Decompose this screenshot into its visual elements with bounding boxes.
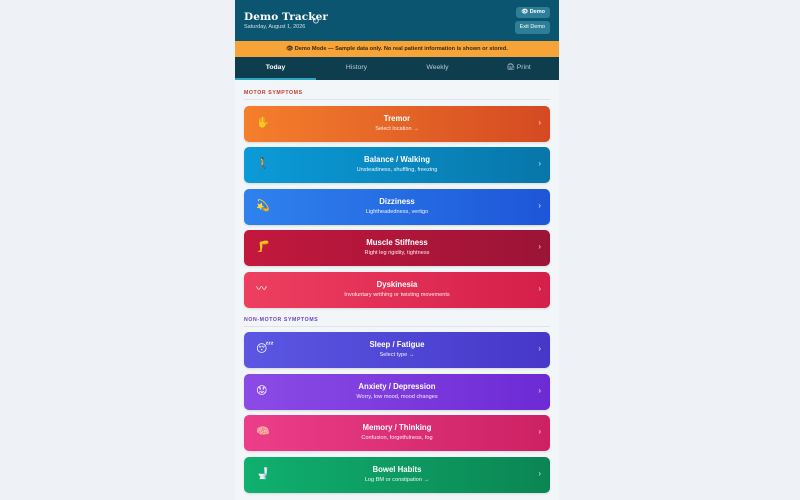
current-date: Saturday, August 1, 2026: [244, 24, 306, 30]
app-window: Demo Tracker ↻ Saturday, August 1, 2026 …: [235, 0, 559, 500]
symptom-card-dizziness[interactable]: 💫 Dizziness Lightheadedness, vertigo ›: [244, 188, 550, 225]
symptom-card-dyskinesia[interactable]: 〰 Dyskinesia Involuntary writhing or twi…: [244, 271, 550, 308]
symptom-card-balance-walking[interactable]: 🚶 Balance / Walking Unsteadiness, shuffl…: [244, 147, 550, 183]
chevron-right-icon: ›: [538, 427, 541, 436]
symptom-description: Lightheadedness, vertigo: [365, 208, 429, 215]
tab-bar: Today History Weekly 🖨 Print: [235, 57, 559, 80]
tab-today[interactable]: Today: [235, 57, 316, 80]
symptom-description: Worry, low mood, mood changes: [356, 393, 438, 400]
symptom-card-tremor[interactable]: ✋ Tremor Select location → ›: [244, 105, 550, 142]
symptom-name: Memory / Thinking: [362, 423, 432, 432]
tab-weekly[interactable]: Weekly: [397, 57, 478, 80]
tab-history[interactable]: History: [316, 57, 397, 80]
symptom-card-sleep-fatigue[interactable]: 😴 Sleep / Fatigue Select type → ›: [244, 332, 550, 368]
symptom-card-bowel-habits[interactable]: 🚽 Bowel Habits Log BM or constipation → …: [244, 456, 550, 493]
section-motor-symptoms: MOTOR SYMPTOMS: [244, 90, 550, 100]
symptom-card-anxiety-depression[interactable]: 😟 Anxiety / Depression Worry, low mood, …: [244, 373, 550, 410]
demo-badge: 👁 Demo: [516, 7, 550, 18]
chevron-right-icon: ›: [538, 117, 541, 127]
app-header: Demo Tracker ↻ Saturday, August 1, 2026 …: [235, 0, 559, 41]
symptom-name: Dyskinesia: [376, 279, 418, 289]
symptom-card-memory-thinking[interactable]: 🧠 Memory / Thinking Confusion, forgetful…: [244, 415, 550, 451]
chevron-right-icon: ›: [538, 385, 541, 395]
symptom-description: Log BM or constipation →: [364, 476, 430, 483]
symptom-description: Select location →: [375, 125, 419, 132]
chevron-right-icon: ›: [538, 468, 541, 478]
symptom-name: Dizziness: [379, 196, 415, 206]
exit-demo-button[interactable]: Exit Demo: [514, 21, 550, 34]
symptom-description: Unsteadiness, shuffling, freezing: [356, 167, 438, 173]
chevron-right-icon: ›: [538, 242, 541, 251]
symptom-description: Right leg rigidity, tightness: [364, 250, 430, 256]
chevron-right-icon: ›: [538, 159, 541, 168]
symptom-name: Anxiety / Depression: [358, 381, 436, 391]
tab-print[interactable]: 🖨 Print: [478, 57, 559, 80]
chevron-right-icon: ›: [538, 283, 541, 293]
symptom-description: Select type →: [379, 352, 415, 358]
demo-mode-banner: 👁 Demo Mode — Sample data only. No real …: [235, 41, 559, 57]
chevron-right-icon: ›: [538, 200, 541, 210]
symptom-name: Balance / Walking: [363, 155, 430, 164]
symptom-card-muscle-stiffness[interactable]: 🦵 Muscle Stiffness Right leg rigidity, t…: [244, 230, 550, 266]
section-non-motor-symptoms: NON-MOTOR SYMPTOMS: [244, 317, 550, 327]
refresh-icon[interactable]: ↻: [312, 16, 320, 27]
symptom-description: Confusion, forgetfulness, fog: [361, 435, 433, 441]
chevron-right-icon: ›: [538, 344, 541, 353]
symptom-name: Tremor: [383, 113, 411, 123]
motor-symptom-list: ✋ Tremor Select location → › 🚶 Balance /…: [235, 105, 559, 308]
symptom-name: Bowel Habits: [372, 464, 422, 474]
symptom-name: Muscle Stiffness: [366, 238, 428, 247]
non-motor-symptom-list: 😴 Sleep / Fatigue Select type → › 😟 Anxi…: [235, 332, 559, 493]
symptom-description: Involuntary writhing or twisting movemen…: [344, 291, 450, 298]
symptom-name: Sleep / Fatigue: [369, 340, 425, 349]
